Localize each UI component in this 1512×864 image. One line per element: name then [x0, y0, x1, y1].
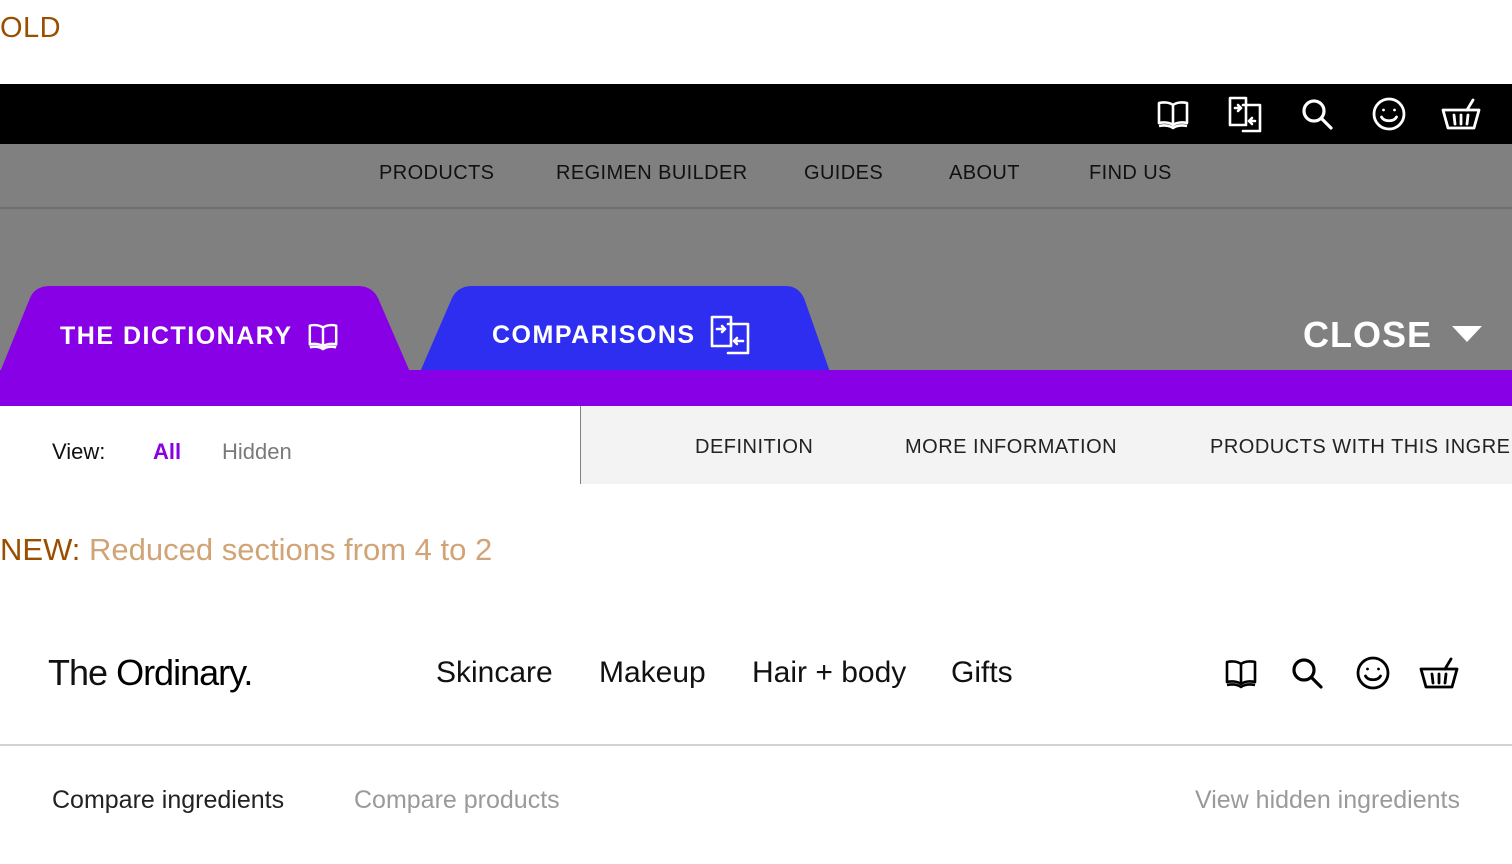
brand-logo[interactable]: The Ordinary.	[48, 652, 253, 694]
new-label: NEW:	[0, 532, 81, 567]
caret-down-icon	[1452, 326, 1482, 344]
close-label: CLOSE	[1302, 314, 1432, 355]
nav-regimen-builder[interactable]: REGIMEN BUILDER	[556, 162, 748, 185]
tab-dictionary[interactable]: THE DICTIONARY	[60, 320, 339, 352]
compare-products-link[interactable]: Compare products	[354, 786, 560, 815]
section-tabs: DEFINITION MORE INFORMATION PRODUCTS WIT…	[581, 406, 1512, 484]
old-label: OLD	[0, 12, 62, 44]
account-icon[interactable]	[1368, 93, 1410, 135]
new-annotation: NEW: Reduced sections from 4 to 2	[0, 532, 492, 568]
nav-gifts[interactable]: Gifts	[951, 656, 1013, 690]
search-icon[interactable]	[1286, 652, 1328, 694]
header-divider	[0, 744, 1512, 746]
nav-about[interactable]: ABOUT	[949, 162, 1020, 185]
tab-comparisons-label: COMPARISONS	[492, 320, 696, 349]
tab-comparisons-icon	[710, 315, 750, 355]
top-bar	[0, 84, 1512, 144]
view-label: View:	[52, 439, 106, 464]
account-icon[interactable]	[1352, 652, 1394, 694]
compare-icon[interactable]	[1224, 93, 1266, 135]
section-more-information[interactable]: MORE INFORMATION	[905, 436, 1117, 459]
view-hidden-ingredients-link[interactable]: View hidden ingredients	[1195, 786, 1460, 815]
tab-dictionary-label: THE DICTIONARY	[60, 321, 293, 350]
nav-makeup[interactable]: Makeup	[599, 656, 706, 690]
section-definition[interactable]: DEFINITION	[695, 436, 813, 459]
new-description: Reduced sections from 4 to 2	[89, 532, 493, 567]
tab-dictionary-icon	[307, 320, 339, 352]
close-button[interactable]: CLOSE	[1303, 314, 1482, 356]
nav-products[interactable]: PRODUCTS	[379, 162, 494, 185]
nav-find-us[interactable]: FIND US	[1089, 162, 1172, 185]
view-filter: View: All Hidden	[0, 406, 582, 484]
section-products-with-ingredient[interactable]: PRODUCTS WITH THIS INGREDIENT	[1210, 436, 1512, 459]
header-icons	[1220, 652, 1460, 694]
view-all-option[interactable]: All	[153, 439, 181, 465]
basket-icon[interactable]	[1440, 93, 1482, 135]
dictionary-band	[0, 370, 1512, 406]
logo-bold: Ordinary.	[116, 652, 253, 693]
compare-ingredients-link[interactable]: Compare ingredients	[52, 786, 284, 815]
basket-icon[interactable]	[1418, 652, 1460, 694]
main-nav: PRODUCTS REGIMEN BUILDER GUIDES ABOUT FI…	[0, 144, 1512, 209]
tab-comparisons[interactable]: COMPARISONS	[492, 315, 750, 355]
view-hidden-option[interactable]: Hidden	[222, 439, 292, 465]
dictionary-icon[interactable]	[1152, 93, 1194, 135]
dictionary-icon[interactable]	[1220, 652, 1262, 694]
top-bar-icons	[1152, 84, 1482, 144]
nav-skincare[interactable]: Skincare	[436, 656, 553, 690]
nav-hair-body[interactable]: Hair + body	[752, 656, 906, 690]
logo-light: The	[48, 652, 108, 693]
nav-guides[interactable]: GUIDES	[804, 162, 883, 185]
search-icon[interactable]	[1296, 93, 1338, 135]
